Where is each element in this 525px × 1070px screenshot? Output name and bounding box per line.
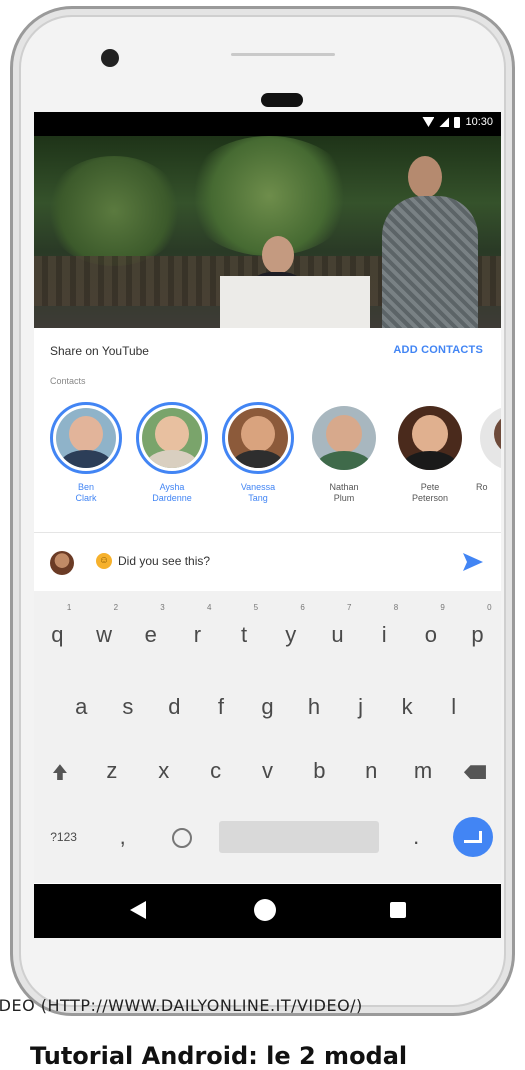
back-icon[interactable] (130, 901, 146, 919)
enter-icon (464, 831, 483, 843)
avatar-ring (308, 402, 380, 474)
key-f[interactable]: f (199, 687, 243, 727)
keyboard-row: a s d f g h j k l (34, 687, 501, 727)
key-e[interactable]: 3e (129, 603, 173, 655)
key-x[interactable]: x (142, 751, 186, 791)
add-contacts-button[interactable]: ADD CONTACTS (393, 344, 483, 356)
key-j[interactable]: j (339, 687, 383, 727)
keyboard: 1q 2w 3e 4r 5t 6y 7u 8i 9o 0p a s d f g … (34, 591, 501, 883)
avatar (228, 408, 288, 468)
front-camera (101, 49, 119, 67)
video-thumbnail[interactable] (34, 136, 501, 328)
period-key[interactable]: . (394, 817, 438, 857)
comma-key[interactable]: , (101, 817, 145, 857)
contact-pete-peterson[interactable]: Pete Peterson (390, 402, 470, 504)
key-y[interactable]: 6y (269, 603, 313, 655)
symbols-key[interactable]: ?123 (42, 817, 86, 857)
contact-name: Ben Clark (75, 482, 97, 503)
contact-ben-clark[interactable]: Ben Clark (46, 402, 126, 504)
battery-icon (454, 116, 461, 128)
key-d[interactable]: d (152, 687, 196, 727)
send-icon[interactable] (463, 553, 483, 571)
shift-icon (52, 764, 67, 781)
key-b[interactable]: b (297, 751, 341, 791)
contact-name: Ro (476, 482, 488, 492)
speaker-slit (231, 53, 335, 56)
keyboard-row: 1q 2w 3e 4r 5t 6y 7u 8i 9o 0p (34, 603, 501, 655)
avatar-ring-selected (222, 402, 294, 474)
wifi-icon (422, 117, 435, 127)
key-m[interactable]: m (401, 751, 445, 791)
spacebar[interactable] (219, 821, 380, 853)
home-icon[interactable] (254, 899, 276, 921)
key-u[interactable]: 7u (315, 603, 359, 655)
avatar (398, 406, 462, 470)
article-title: Tutorial Android: le 2 modal (30, 1042, 408, 1070)
status-bar: 10:30 (34, 112, 501, 136)
key-l[interactable]: l (432, 687, 476, 727)
key-n[interactable]: n (349, 751, 393, 791)
key-a[interactable]: a (59, 687, 103, 727)
contact-name: Vanessa Tang (240, 482, 276, 503)
enter-key[interactable] (453, 817, 494, 857)
shift-key[interactable] (38, 751, 82, 791)
keyboard-row: z x c v b n m (34, 751, 501, 791)
key-r[interactable]: 4r (175, 603, 219, 655)
emoji-key[interactable] (160, 817, 204, 857)
key-h[interactable]: h (292, 687, 336, 727)
navigation-bar (34, 884, 501, 938)
contact-name: Nathan Plum (329, 482, 359, 503)
emoji-icon (171, 828, 192, 849)
tree-foliage (44, 156, 184, 266)
contact-vanessa-tang[interactable]: Vanessa Tang (218, 402, 298, 504)
key-o[interactable]: 9o (409, 603, 453, 655)
key-k[interactable]: k (385, 687, 429, 727)
avatar-ring-selected (136, 402, 208, 474)
share-header: Share on YouTube ADD CONTACTS (34, 328, 501, 374)
contact-nathan-plum[interactable]: Nathan Plum (304, 402, 384, 504)
contact-partial[interactable]: Ro (476, 402, 501, 493)
recents-icon[interactable] (390, 902, 406, 918)
signal-icon (439, 117, 450, 127)
contacts-row[interactable]: Ben Clark Aysha Dardenne Vanessa Tang Na… (46, 402, 501, 512)
key-p[interactable]: 0p (456, 603, 500, 655)
person-figure (368, 156, 488, 328)
key-z[interactable]: z (90, 751, 134, 791)
key-v[interactable]: v (245, 751, 289, 791)
compose-bar: ☺ (34, 533, 501, 591)
contact-aysha-dardenne[interactable]: Aysha Dardenne (132, 402, 212, 504)
backspace-icon (463, 765, 486, 780)
avatar-ring (476, 402, 501, 474)
avatar (142, 408, 202, 468)
avatar (50, 551, 74, 575)
key-i[interactable]: 8i (362, 603, 406, 655)
phone-screen: 10:30 Share on YouTube ADD CONTACTS Cont… (34, 112, 501, 938)
avatar-ring-selected (50, 402, 122, 474)
avatar (480, 406, 501, 470)
contact-name: Pete Peterson (411, 482, 449, 503)
key-s[interactable]: s (106, 687, 150, 727)
avatar (56, 408, 116, 468)
key-c[interactable]: c (194, 751, 238, 791)
key-w[interactable]: 2w (82, 603, 126, 655)
share-title: Share on YouTube (50, 344, 149, 358)
keyboard-row: ?123 , . (34, 817, 501, 857)
backspace-key[interactable] (453, 751, 497, 791)
key-q[interactable]: 1q (35, 603, 79, 655)
key-t[interactable]: 5t (222, 603, 266, 655)
avatar-ring (394, 402, 466, 474)
contact-name: Aysha Dardenne (152, 482, 192, 503)
message-input[interactable] (118, 551, 418, 571)
status-time: 10:30 (465, 116, 493, 128)
key-g[interactable]: g (245, 687, 289, 727)
avatar (312, 406, 376, 470)
earpiece (261, 93, 303, 107)
emoji-icon: ☺ (96, 553, 112, 569)
contacts-label: Contacts (50, 376, 86, 386)
cardboard-box (220, 276, 370, 328)
source-caption[interactable]: VIDEO (HTTP://WWW.DAILYONLINE.IT/VIDEO/) (0, 996, 363, 1015)
